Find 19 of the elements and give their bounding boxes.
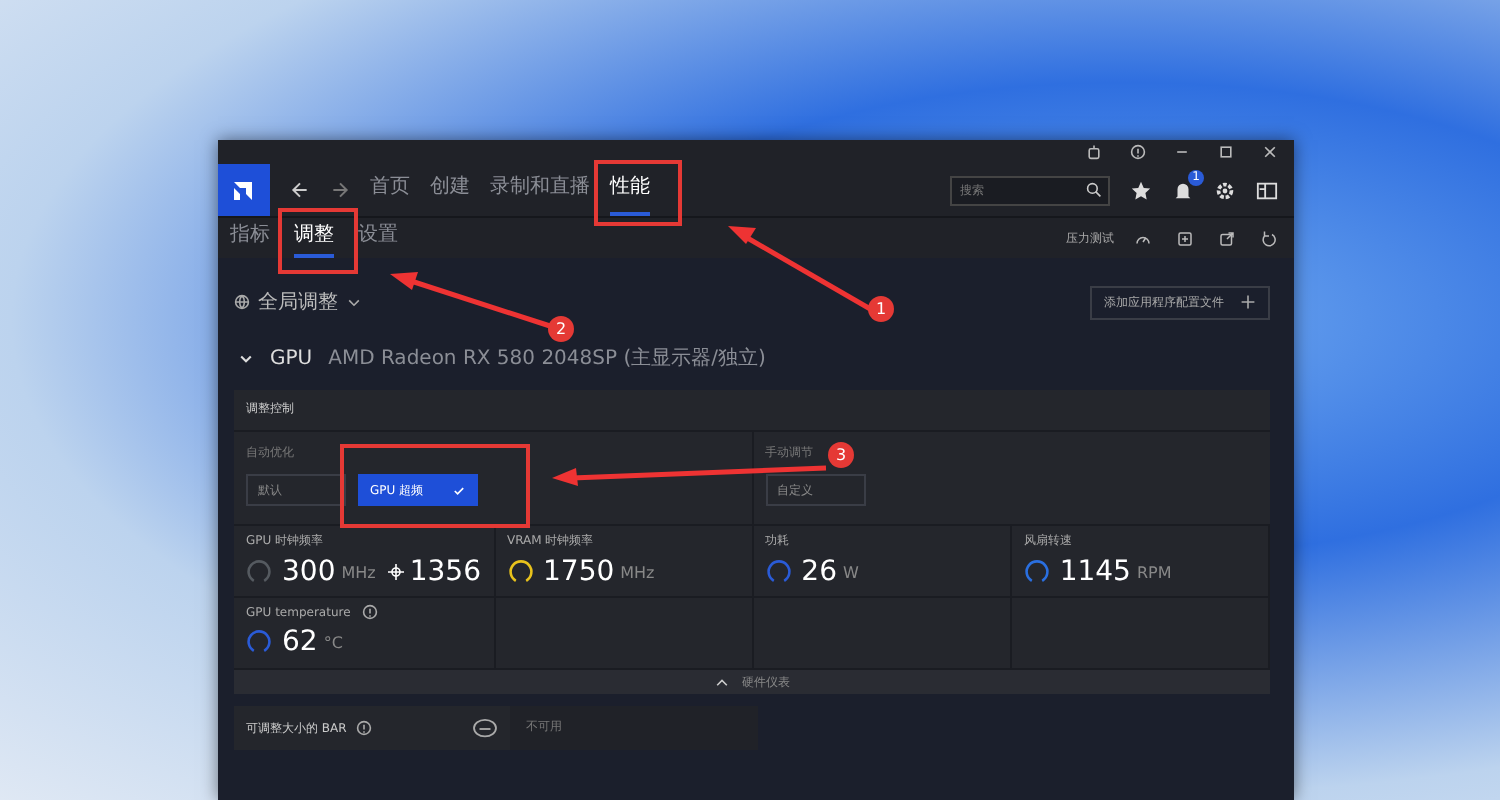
metric-unit: MHz [620, 563, 655, 581]
nav-tab[interactable]: 录制和直播 [490, 164, 590, 216]
metric-value: 1356 [409, 556, 481, 588]
metric-value: 1750 [543, 556, 615, 588]
nav-tab[interactable]: 创建 [430, 164, 470, 216]
metric-unit: W [842, 563, 859, 581]
nav-tab[interactable]: 首页 [370, 164, 410, 216]
metric-unit: RPM [1136, 563, 1172, 581]
metric-value: 26 [801, 556, 837, 588]
metric-unit: °C [323, 633, 343, 651]
gpu-label: GPU [270, 347, 313, 369]
metric-value: 1145 [1059, 556, 1131, 588]
scope-dropdown[interactable]: 全局调整 [234, 288, 362, 316]
metric-unit: MHz [341, 563, 376, 581]
gpu-name: AMD Radeon RX 580 2048SP (主显示器/独立) [328, 345, 766, 372]
sub-tab[interactable]: 指标 [230, 218, 270, 258]
sub-tab[interactable]: 设置 [358, 218, 398, 258]
metric-value: 62 [282, 626, 318, 658]
metric-value: 300 [282, 556, 336, 588]
